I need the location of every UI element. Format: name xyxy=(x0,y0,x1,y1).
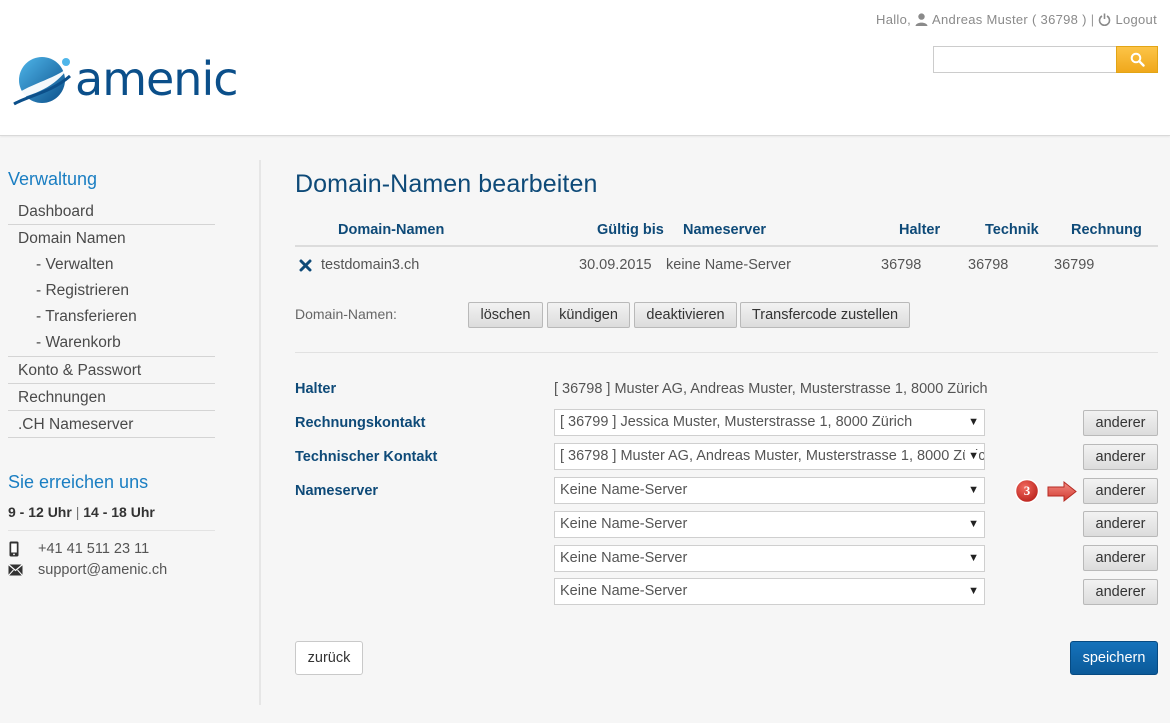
sidebar: Verwaltung Dashboard Domain Namen - Verw… xyxy=(0,136,261,723)
sidebar-subitem-transferieren[interactable]: - Transferieren xyxy=(8,304,215,330)
nameserver-value: keine Name-Server xyxy=(666,257,791,273)
logo-text: amenic xyxy=(75,52,239,106)
actions-label: Domain-Namen: xyxy=(295,306,397,322)
header: amenic Hallo, Andreas Muster ( 36798 ) |… xyxy=(0,0,1170,136)
table-row: testdomain3.ch 30.09.2015 keine Name-Ser… xyxy=(295,247,1158,283)
cancel-domain-button[interactable]: kündigen xyxy=(547,302,630,328)
sidebar-subitem-verwalten[interactable]: - Verwalten xyxy=(8,252,215,278)
greeting-text: Hallo, xyxy=(876,12,912,27)
user-name-link[interactable]: Andreas Muster xyxy=(932,12,1028,27)
tech-contact-select[interactable]: [ 36798 ] Muster AG, Andreas Muster, Mus… xyxy=(554,443,985,470)
column-domain: Domain-Namen xyxy=(338,222,445,238)
nameserver-select-1[interactable]: Keine Name-Server ▼ xyxy=(554,477,985,504)
step-marker: 3 xyxy=(1014,479,1094,505)
dropdown-arrow-icon: ▼ xyxy=(965,484,979,496)
sidebar-subitem-warenkorb[interactable]: - Warenkorb xyxy=(8,330,215,357)
billing-contact-value: [ 36799 ] Jessica Muster, Musterstrasse … xyxy=(560,414,913,430)
column-holder: Halter xyxy=(899,222,941,238)
dropdown-arrow-icon: ▼ xyxy=(965,518,979,530)
phone-number[interactable]: +41 41 511 23 11 xyxy=(38,541,149,557)
page-title: Domain-Namen bearbeiten xyxy=(295,170,598,198)
tech-contact-value: [ 36798 ] Muster AG, Andreas Muster, Mus… xyxy=(560,448,985,464)
valid-until: 30.09.2015 xyxy=(579,257,652,273)
dropdown-arrow-icon: ▼ xyxy=(965,585,979,597)
customer-number: ( 36798 ) xyxy=(1032,12,1087,27)
sidebar-item-dashboard[interactable]: Dashboard xyxy=(8,198,215,225)
save-button[interactable]: speichern xyxy=(1070,641,1158,675)
sidebar-title: Verwaltung xyxy=(8,169,98,189)
nameserver-2-other-button[interactable]: anderer xyxy=(1083,511,1158,537)
column-valid-until: Gültig bis xyxy=(597,222,664,238)
opening-hours: 9 - 12 Uhr | 14 - 18 Uhr xyxy=(8,504,215,531)
sidebar-item-domain-namen[interactable]: Domain Namen xyxy=(8,225,215,252)
logout-link[interactable]: Logout xyxy=(1115,12,1157,27)
nameserver-3-other-button[interactable]: anderer xyxy=(1083,545,1158,571)
delete-button[interactable]: löschen xyxy=(468,302,543,328)
power-icon[interactable] xyxy=(1098,13,1111,26)
phone-row: +41 41 511 23 11 xyxy=(8,541,149,557)
section-divider xyxy=(295,352,1158,353)
table-header: Domain-Namen Gültig bis Nameserver Halte… xyxy=(295,216,1158,247)
user-bar: Hallo, Andreas Muster ( 36798 ) | Logout xyxy=(876,12,1157,27)
nameserver-4-other-button[interactable]: anderer xyxy=(1083,579,1158,605)
sidebar-item-ch-nameserver[interactable]: .CH Nameserver xyxy=(8,411,215,438)
billing-contact-label: Rechnungskontakt xyxy=(295,415,426,431)
amenic-logo[interactable]: amenic xyxy=(8,52,239,112)
sidebar-divider xyxy=(259,160,261,705)
nameserver-1-other-button[interactable]: anderer xyxy=(1083,478,1158,504)
holder-id: 36798 xyxy=(881,257,922,273)
nameserver-label: Nameserver xyxy=(295,483,379,499)
search-icon xyxy=(1130,52,1145,67)
domain-name: testdomain3.ch xyxy=(321,257,420,273)
billing-id: 36799 xyxy=(1054,257,1095,273)
sidebar-item-konto-passwort[interactable]: Konto & Passwort xyxy=(8,357,215,384)
search-input[interactable] xyxy=(933,46,1116,73)
nameserver-select-1-value: Keine Name-Server xyxy=(560,482,688,498)
search-button[interactable] xyxy=(1116,46,1158,73)
column-nameserver: Nameserver xyxy=(683,222,767,238)
domain-table: Domain-Namen Gültig bis Nameserver Halte… xyxy=(295,216,1158,283)
remove-domain-icon[interactable] xyxy=(299,259,312,276)
tech-contact-label: Technischer Kontakt xyxy=(295,449,438,465)
nameserver-select-3-value: Keine Name-Server xyxy=(560,550,688,566)
hours-separator: | xyxy=(75,504,80,520)
contact-title: Sie erreichen uns xyxy=(8,472,149,492)
billing-contact-select[interactable]: [ 36799 ] Jessica Muster, Musterstrasse … xyxy=(554,409,985,436)
column-billing: Rechnung xyxy=(1071,222,1142,238)
envelope-icon xyxy=(8,564,38,576)
nameserver-select-4-value: Keine Name-Server xyxy=(560,583,688,599)
dropdown-arrow-icon: ▼ xyxy=(965,416,979,428)
sidebar-item-rechnungen[interactable]: Rechnungen xyxy=(8,384,215,411)
email-address[interactable]: support@amenic.ch xyxy=(38,562,167,578)
dropdown-arrow-icon: ▼ xyxy=(965,450,979,462)
user-icon xyxy=(915,13,928,26)
sidebar-menu: Dashboard Domain Namen - Verwalten - Reg… xyxy=(8,198,215,438)
back-button[interactable]: zurück xyxy=(295,641,363,675)
nameserver-select-2[interactable]: Keine Name-Server ▼ xyxy=(554,511,985,538)
nameserver-select-4[interactable]: Keine Name-Server ▼ xyxy=(554,578,985,605)
dropdown-arrow-icon: ▼ xyxy=(965,552,979,564)
deactivate-button[interactable]: deaktivieren xyxy=(634,302,737,328)
tech-other-button[interactable]: anderer xyxy=(1083,444,1158,470)
phone-icon xyxy=(8,541,38,557)
nameserver-select-2-value: Keine Name-Server xyxy=(560,516,688,532)
holder-label: Halter xyxy=(295,381,337,397)
billing-other-button[interactable]: anderer xyxy=(1083,410,1158,436)
search-bar xyxy=(933,46,1158,73)
hours-afternoon: 14 - 18 Uhr xyxy=(83,504,155,520)
topbar-separator: | xyxy=(1090,12,1095,27)
send-transfercode-button[interactable]: Transfercode zustellen xyxy=(740,302,910,328)
tech-id: 36798 xyxy=(968,257,1009,273)
sidebar-subitem-registrieren[interactable]: - Registrieren xyxy=(8,278,215,304)
step-number: 3 xyxy=(1023,483,1031,498)
holder-value: [ 36798 ] Muster AG, Andreas Muster, Mus… xyxy=(554,381,988,397)
email-row: support@amenic.ch xyxy=(8,562,167,578)
hours-morning: 9 - 12 Uhr xyxy=(8,504,72,520)
domain-actions: Domain-Namen: löschen kündigen deaktivie… xyxy=(295,302,1158,330)
column-tech: Technik xyxy=(985,222,1039,238)
nameserver-select-3[interactable]: Keine Name-Server ▼ xyxy=(554,545,985,572)
main-content: Domain-Namen bearbeiten Domain-Namen Gül… xyxy=(295,136,1158,723)
